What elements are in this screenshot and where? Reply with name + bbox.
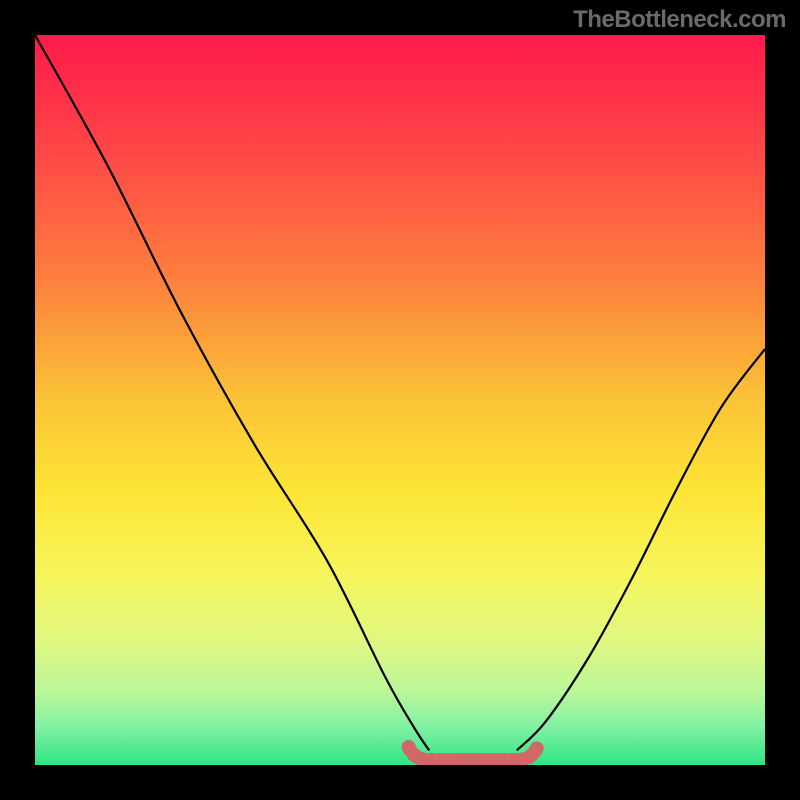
curve-right	[517, 349, 765, 751]
curve-left	[35, 35, 429, 750]
watermark-label: TheBottleneck.com	[573, 6, 786, 34]
bottleneck-curve	[35, 35, 765, 765]
chart-plot-area	[35, 35, 765, 765]
